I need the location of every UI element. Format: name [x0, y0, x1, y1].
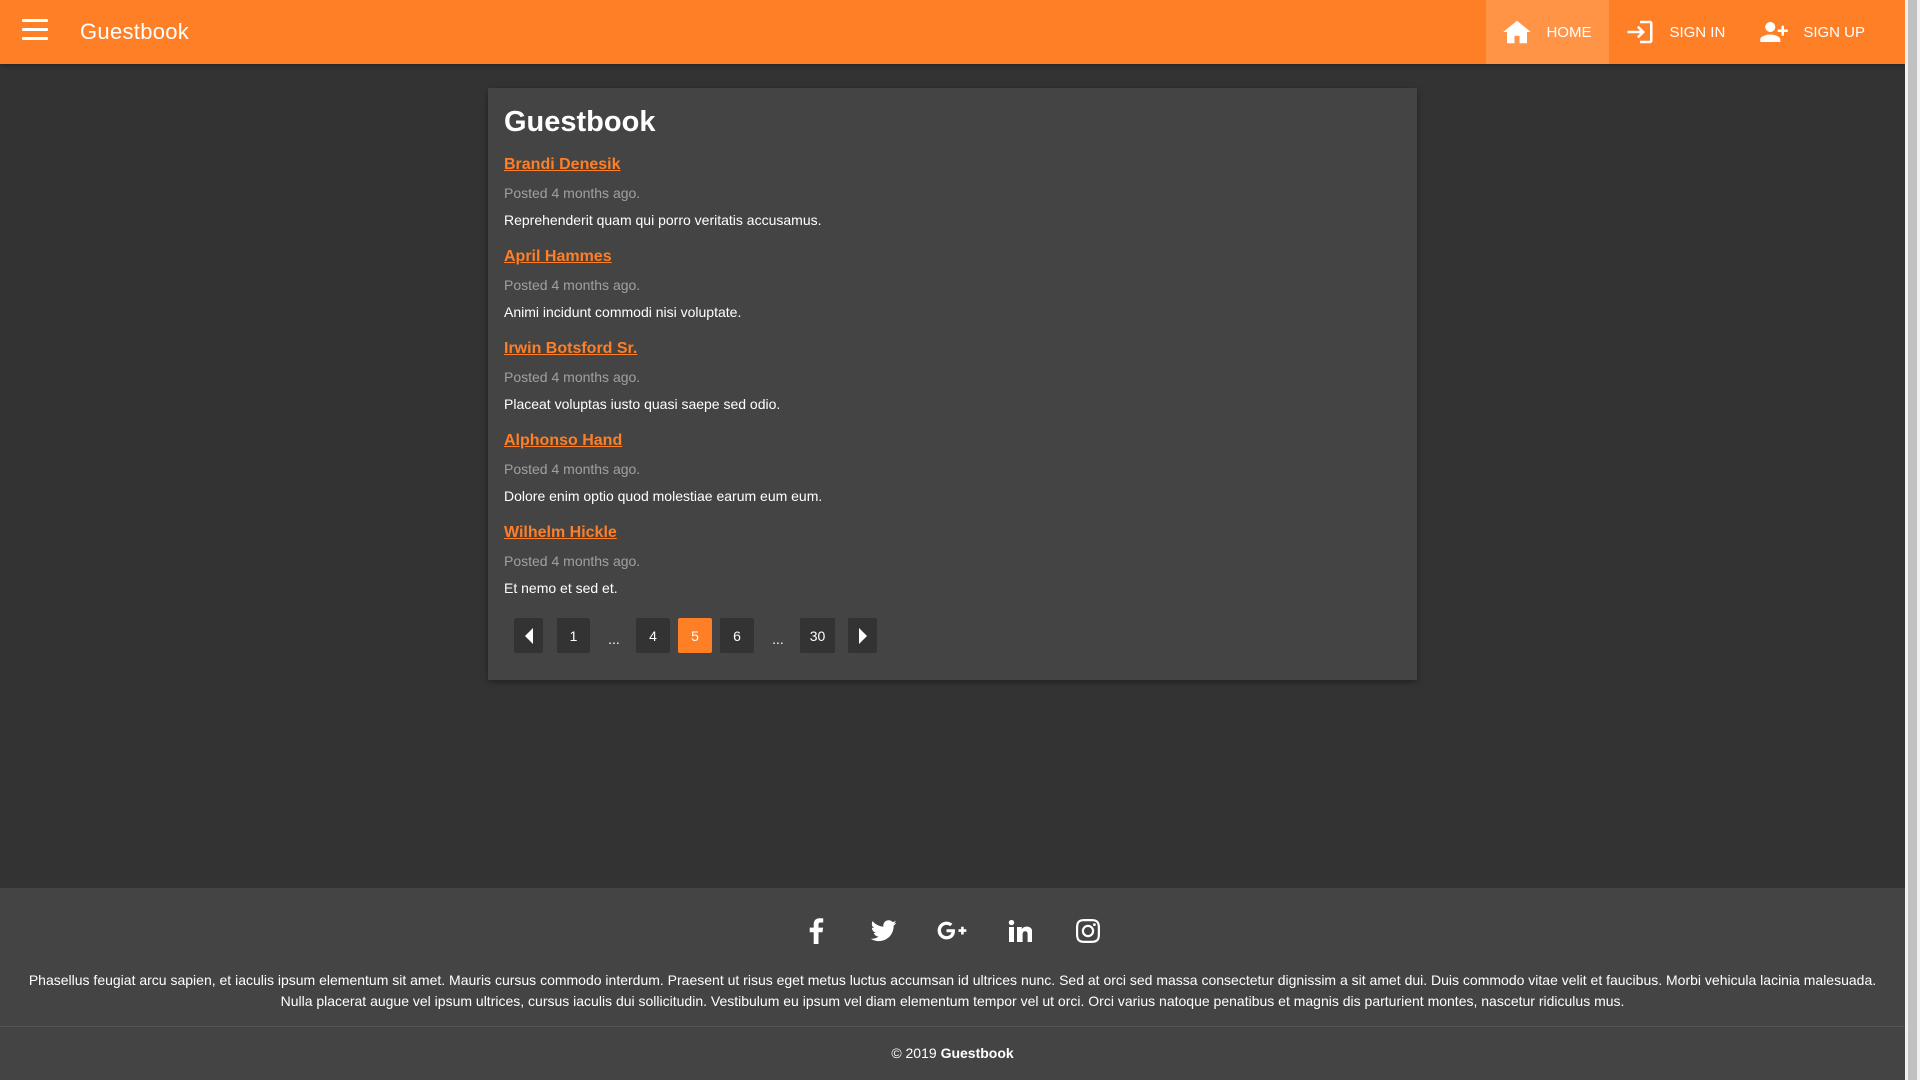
- entry-author-link[interactable]: Alphonso Hand: [504, 432, 822, 450]
- guestbook-entry: Alphonso Hand Posted 4 months ago. Dolor…: [504, 432, 822, 504]
- nav-items: HOME SIGN IN SIGN UP: [1486, 0, 1905, 64]
- pagination-page-link[interactable]: 4: [636, 618, 670, 653]
- entry-body: Reprehenderit quam qui porro veritatis a…: [504, 212, 822, 228]
- pagination-page-link[interactable]: 30: [800, 618, 835, 653]
- nav-signup-label: SIGN UP: [1803, 23, 1865, 41]
- caret-right-icon: [858, 627, 867, 644]
- guestbook-entry: Wilhelm Hickle Posted 4 months ago. Et n…: [504, 524, 640, 596]
- nav-signup-link[interactable]: SIGN UP: [1743, 0, 1905, 64]
- brand-title[interactable]: Guestbook: [80, 19, 189, 45]
- footer-divider: [0, 1026, 1905, 1027]
- linkedin-icon[interactable]: [1003, 914, 1037, 948]
- entry-author-link[interactable]: April Hammes: [504, 248, 741, 266]
- copyright-year: © 2019: [891, 1045, 937, 1061]
- entry-meta: Posted 4 months ago.: [504, 369, 641, 385]
- nav-signin-link[interactable]: SIGN IN: [1609, 0, 1743, 64]
- entry-body: Et nemo et sed et.: [504, 580, 618, 596]
- guestbook-entry: Irwin Botsford Sr. Posted 4 months ago. …: [504, 340, 780, 412]
- entry-author-link[interactable]: Brandi Denesik: [504, 156, 822, 174]
- hamburger-menu-icon[interactable]: [22, 19, 48, 43]
- entry-meta: Posted 4 months ago.: [504, 185, 641, 201]
- page-title: Guestbook: [504, 106, 656, 138]
- entry-meta: Posted 4 months ago.: [504, 553, 641, 569]
- guestbook-entry: Brandi Denesik Posted 4 months ago. Repr…: [504, 156, 822, 228]
- entry-author-link[interactable]: Wilhelm Hickle: [504, 524, 640, 542]
- footer-description: Phasellus feugiat arcu sapien, et iaculi…: [28, 972, 1877, 1009]
- pagination-next-button[interactable]: [848, 618, 877, 653]
- entry-meta: Posted 4 months ago.: [504, 277, 641, 293]
- add-user-icon: [1760, 22, 1789, 42]
- instagram-icon[interactable]: [1071, 914, 1105, 948]
- entry-meta: Posted 4 months ago.: [504, 461, 641, 477]
- page-scrollbar[interactable]: [1905, 0, 1920, 1080]
- social-links: [0, 914, 1905, 952]
- caret-left-icon: [524, 627, 533, 644]
- entry-author-link[interactable]: Irwin Botsford Sr.: [504, 340, 780, 358]
- entry-body: Dolore enim optio quod molestiae earum e…: [504, 488, 823, 504]
- copyright-brand: Guestbook: [940, 1045, 1014, 1061]
- nav-home-link[interactable]: HOME: [1486, 0, 1610, 64]
- pagination-page-link[interactable]: 6: [720, 618, 754, 653]
- scrollbar-thumb[interactable]: [1908, 0, 1917, 1080]
- footer: Phasellus feugiat arcu sapien, et iaculi…: [0, 888, 1905, 1080]
- guestbook-card: Guestbook Brandi Denesik Posted 4 months…: [488, 88, 1417, 680]
- copyright: © 2019 Guestbook: [0, 1045, 1905, 1061]
- pagination-current-page[interactable]: 5: [678, 618, 712, 653]
- entry-body: Animi incidunt commodi nisi voluptate.: [504, 304, 742, 320]
- nav-home-label: HOME: [1546, 23, 1592, 41]
- page: Guestbook HOME SIGN IN SIGN UP Guestbook…: [0, 0, 1905, 1080]
- top-navbar: Guestbook HOME SIGN IN SIGN UP: [0, 0, 1905, 64]
- pagination-ellipsis: ...: [772, 631, 784, 647]
- entry-body: Placeat voluptas iusto quasi saepe sed o…: [504, 396, 781, 412]
- guestbook-entry: April Hammes Posted 4 months ago. Animi …: [504, 248, 741, 320]
- pagination-page-link[interactable]: 1: [557, 618, 590, 653]
- google-plus-icon[interactable]: [935, 914, 969, 948]
- home-icon: [1503, 20, 1532, 44]
- twitter-icon[interactable]: [867, 914, 901, 948]
- pagination-ellipsis: ...: [608, 631, 620, 647]
- nav-signin-label: SIGN IN: [1669, 23, 1726, 41]
- pagination-prev-button[interactable]: [514, 618, 543, 653]
- facebook-icon[interactable]: [799, 914, 833, 948]
- sign-in-icon: [1627, 20, 1653, 44]
